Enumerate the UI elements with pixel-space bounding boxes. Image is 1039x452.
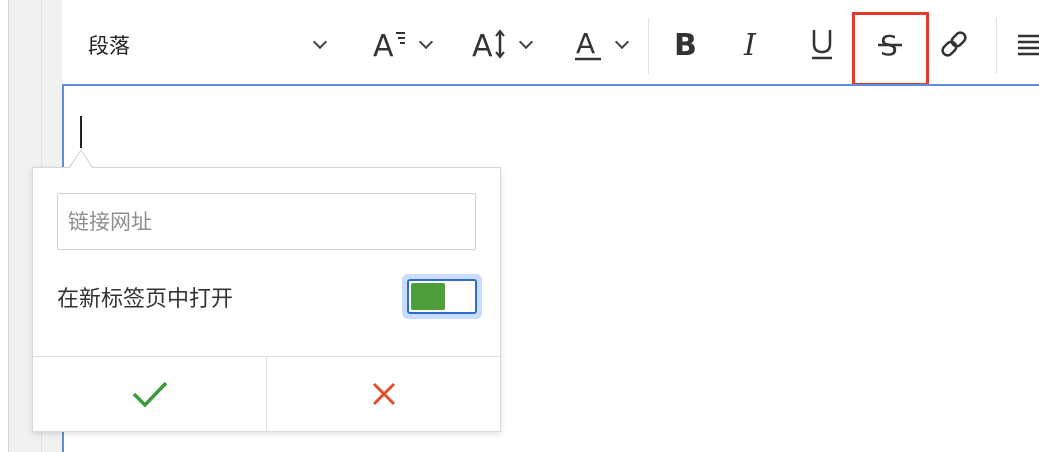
- font-size-icon: A: [373, 29, 405, 64]
- chevron-down-icon: [614, 34, 630, 49]
- link-button-highlight: [852, 12, 929, 86]
- svg-text:I: I: [743, 28, 757, 62]
- italic-button[interactable]: I: [733, 20, 773, 68]
- underline-icon: [812, 30, 832, 60]
- link-button[interactable]: [934, 20, 974, 68]
- paragraph-dropdown-button[interactable]: [308, 20, 332, 68]
- link-url-input[interactable]: [57, 193, 476, 250]
- left-gutter: [0, 0, 9, 452]
- font-size-button[interactable]: A: [360, 20, 442, 68]
- link-popover: 在新标签页中打开: [32, 167, 501, 432]
- chevron-down-icon: [312, 34, 328, 49]
- svg-text:A: A: [576, 27, 595, 60]
- toggle-on-indicator: [411, 283, 445, 310]
- align-icon: [1018, 34, 1039, 56]
- popover-arrow-fill: [70, 151, 92, 168]
- svg-text:A: A: [472, 29, 493, 64]
- font-color-button[interactable]: A: [562, 20, 638, 68]
- font-color-icon: A: [575, 27, 601, 61]
- close-icon: [372, 382, 395, 406]
- paragraph-style-select[interactable]: 段落: [88, 30, 130, 60]
- svg-text:A: A: [373, 29, 394, 64]
- bold-icon: B: [674, 28, 697, 62]
- chevron-down-icon: [418, 34, 434, 49]
- open-in-new-tab-label: 在新标签页中打开: [57, 287, 234, 312]
- text-caret: [80, 116, 82, 148]
- toolbar-separator: [648, 18, 649, 74]
- link-icon: [941, 31, 967, 57]
- toolbar-separator: [996, 18, 997, 74]
- align-button[interactable]: [1012, 20, 1039, 68]
- bold-button[interactable]: B: [666, 20, 706, 68]
- chevron-down-icon: [518, 34, 534, 49]
- open-in-new-tab-toggle[interactable]: [407, 279, 477, 314]
- line-height-icon: A: [472, 29, 505, 64]
- line-height-button[interactable]: A: [460, 20, 542, 68]
- confirm-link-button[interactable]: [33, 357, 266, 431]
- cancel-link-button[interactable]: [267, 357, 500, 431]
- svg-text:B: B: [674, 28, 697, 62]
- check-icon: [132, 381, 167, 408]
- rich-text-editor-screen: 段落 A A A B I S 链接网址 在新标签页中打开: [0, 0, 1039, 452]
- underline-button[interactable]: [802, 20, 842, 68]
- italic-icon: I: [743, 28, 757, 62]
